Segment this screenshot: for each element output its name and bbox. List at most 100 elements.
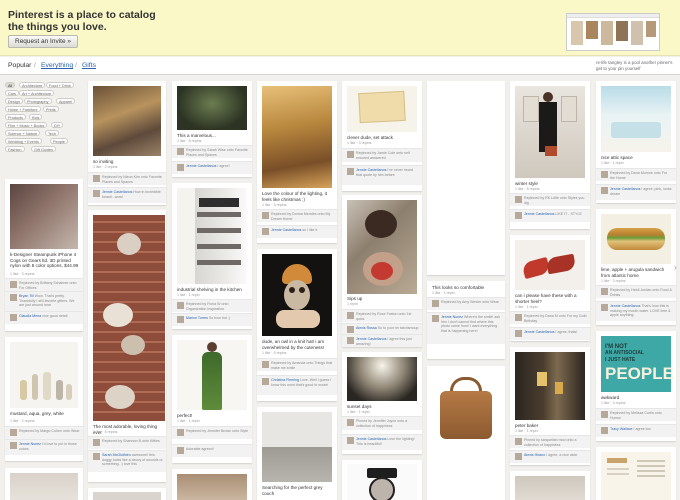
pin-image[interactable] xyxy=(347,86,417,132)
pin-card[interactable]: perfect! 1 like · 1 repin Repinned by Je… xyxy=(172,335,252,463)
pin-caption: dude, an owl in a knit hat! i am overwhe… xyxy=(262,339,325,350)
category-chip[interactable]: Gift Guides xyxy=(31,146,56,152)
pin-image[interactable] xyxy=(515,476,585,500)
pin-card[interactable]: can i please have these with a shorter h… xyxy=(510,235,590,341)
pin-image[interactable] xyxy=(93,86,161,156)
pin-card[interactable]: Searching for the perfect grey couch xyxy=(257,407,337,500)
pin-card[interactable] xyxy=(596,447,676,500)
pin-image[interactable] xyxy=(427,81,505,275)
category-chip[interactable]: Art + Architecture xyxy=(19,90,55,96)
pin-card[interactable]: nice attic space 1 like · 1 repin Repinn… xyxy=(596,81,676,203)
pin-card[interactable]: Love the colour of the lighting, it feel… xyxy=(257,81,337,243)
category-chip[interactable]: People xyxy=(50,138,68,144)
poster-text: I JUST HATE xyxy=(605,357,636,363)
category-chip[interactable]: Science + Nature xyxy=(5,130,41,136)
avatar-icon xyxy=(10,429,17,436)
pin-card[interactable] xyxy=(427,81,505,275)
nav-gifts[interactable]: Gifts xyxy=(82,62,96,69)
avatar-icon xyxy=(177,164,184,171)
avatar-icon xyxy=(347,151,354,158)
avatar-icon xyxy=(347,337,354,344)
pin-card[interactable]: industrial shelving in the kitchen 1 lik… xyxy=(172,183,252,329)
pin-image[interactable] xyxy=(347,357,417,401)
nav-everything[interactable]: Everything xyxy=(41,62,73,69)
pin-image[interactable] xyxy=(515,86,585,178)
pin-comment: Pinned by sarquelian mod onto a collecti… xyxy=(510,435,590,448)
category-chip[interactable]: Architecture xyxy=(19,82,46,88)
avatar-icon xyxy=(515,314,522,321)
pin-comment: Bryan Till Wow. That's pretty. Thankfull… xyxy=(5,291,83,311)
pin-card[interactable]: clever dude, set attack 1 like · 3 repin… xyxy=(342,81,422,191)
pin-caption: Love the colour of the lighting, it feel… xyxy=(262,191,327,202)
category-chip[interactable]: All xyxy=(5,82,16,88)
pin-card[interactable]: This looks so comfortable 1 like · 1 rep… xyxy=(427,281,505,359)
pin-image[interactable] xyxy=(10,342,78,408)
category-chip[interactable]: Photography xyxy=(24,98,52,104)
pin-card[interactable]: I'M NOT AN ANTISOCIAL I JUST HATE PEOPLE… xyxy=(596,331,676,441)
pin-card[interactable]: peter baker 1 like · 1 repin Pinned by s… xyxy=(510,347,590,465)
pin-image[interactable] xyxy=(601,86,671,152)
pin-card[interactable]: winter style 1 like · 8 repins Repinned … xyxy=(510,81,590,229)
category-chip[interactable]: Fashion xyxy=(5,146,25,152)
category-chip[interactable]: Prints xyxy=(43,106,59,112)
category-chip[interactable]: Kids xyxy=(29,114,43,120)
pin-image[interactable] xyxy=(515,352,585,420)
pin-image[interactable] xyxy=(177,474,247,500)
chevron-right-icon[interactable]: › xyxy=(674,262,680,274)
pin-card[interactable]: This a marvelous... 1 like · 8 repins Re… xyxy=(172,81,252,177)
pin-image[interactable] xyxy=(347,200,417,294)
pin-caption: clever dude, set attack xyxy=(347,135,393,140)
pin-image[interactable] xyxy=(93,492,161,500)
pin-image[interactable] xyxy=(10,473,78,500)
pin-card[interactable] xyxy=(427,366,505,500)
pin-card[interactable]: Sips up 1 repin Repinned by Rose Fuston … xyxy=(342,195,422,347)
pin-stats: 1 like · 1 repin xyxy=(515,429,538,433)
pin-image[interactable]: I'M NOT AN ANTISOCIAL I JUST HATE PEOPLE xyxy=(601,336,674,392)
pin-card[interactable]: so inviting 1 like · 2 repins Repinned b… xyxy=(88,81,166,205)
pin-image[interactable] xyxy=(262,412,332,482)
category-chip[interactable]: Food + Drink xyxy=(46,82,74,88)
avatar-icon xyxy=(432,300,439,307)
pin-card[interactable]: mustard, aqua, grey, white 1 like · 2 re… xyxy=(5,337,83,461)
pin-image[interactable] xyxy=(177,188,247,284)
pin-card[interactable]: sunset days 1 like · 1 repin Pinned by J… xyxy=(342,352,422,454)
pin-card[interactable] xyxy=(510,471,590,500)
nav-separator: / xyxy=(75,62,77,69)
pin-card[interactable] xyxy=(342,460,422,500)
avatar-icon xyxy=(601,427,608,434)
pin-image[interactable] xyxy=(262,86,332,188)
category-chip[interactable]: Apparel xyxy=(56,98,76,104)
pin-image[interactable] xyxy=(177,86,247,130)
category-chip[interactable]: Design xyxy=(5,98,23,104)
nav-popular[interactable]: Popular xyxy=(8,62,31,69)
pin-image[interactable] xyxy=(262,254,332,336)
category-chip[interactable]: Home + Furniture xyxy=(5,106,41,112)
pin-image[interactable] xyxy=(601,452,671,500)
category-chip[interactable]: Wedding + Events xyxy=(5,138,42,144)
pin-image[interactable] xyxy=(177,340,247,410)
pin-card[interactable]: dude, an owl in a knit hat! i am overwhe… xyxy=(257,249,337,401)
category-chip[interactable]: DIY xyxy=(51,122,64,128)
pin-image[interactable] xyxy=(93,215,165,421)
pin-card[interactable]: lime, apple + arugula sandwich from atla… xyxy=(596,209,676,325)
pin-comment: Marion Torres So bow but :) xyxy=(172,313,252,326)
request-invite-button[interactable]: Request an Invite » xyxy=(8,35,79,48)
pin-card[interactable] xyxy=(88,488,166,500)
category-chip[interactable]: Film + Music + Books xyxy=(5,122,48,128)
pin-card[interactable]: The most adorable, loving thing ever 1 l… xyxy=(88,210,166,482)
pin-stats: 1 like · 1 repin xyxy=(177,419,200,423)
avatar-icon xyxy=(10,442,17,449)
pin-image[interactable] xyxy=(515,240,585,290)
pin-card[interactable]: k-Designer Steampunk iPhone 4 Cogs on Ge… xyxy=(5,179,83,331)
pin-image[interactable] xyxy=(10,184,78,249)
pin-comment: Repinned by Sarah Wise onto Favorite Pla… xyxy=(172,145,252,158)
pin-image[interactable] xyxy=(432,371,500,500)
category-chip[interactable]: Products xyxy=(5,114,26,120)
pin-card[interactable] xyxy=(5,468,83,500)
category-chip[interactable]: Tech xyxy=(45,130,60,136)
pin-image[interactable] xyxy=(347,464,417,500)
category-chip[interactable]: Cars xyxy=(5,90,20,96)
pin-image[interactable] xyxy=(601,214,671,264)
avatar-icon xyxy=(93,190,100,197)
pin-card[interactable] xyxy=(172,469,252,500)
